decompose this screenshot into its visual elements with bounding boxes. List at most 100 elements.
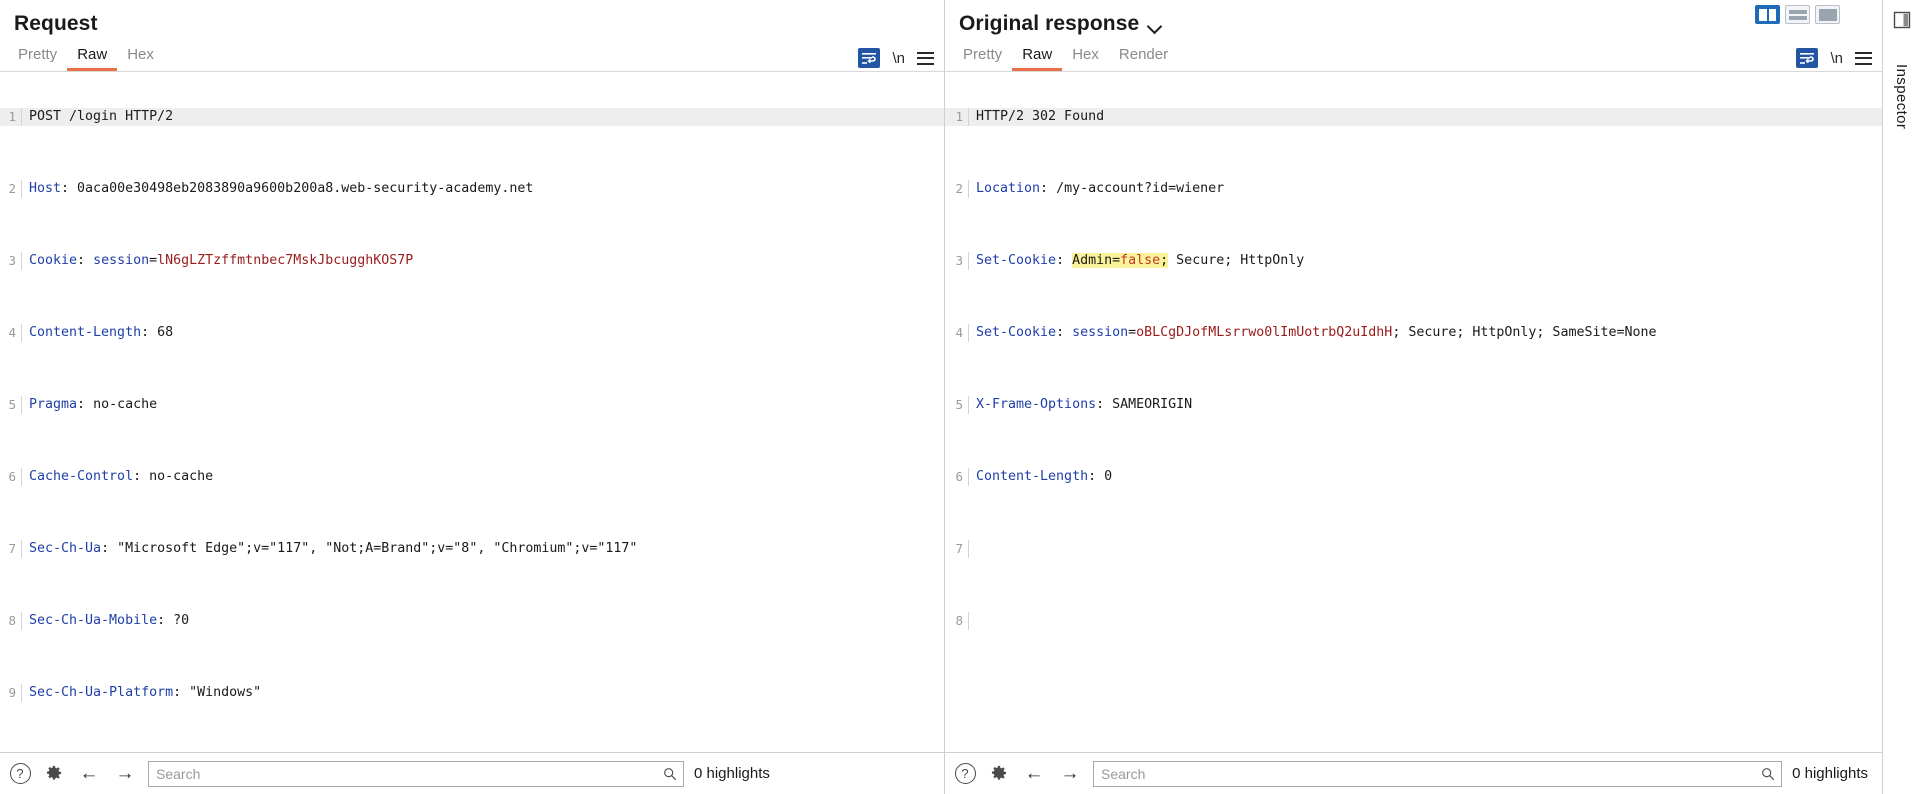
code-line: 3 Cookie: session=lN6gLZTzffmtnbec7MskJb… xyxy=(0,252,944,270)
request-editor[interactable]: 1 POST /login HTTP/2 2 Host: 0aca00e3049… xyxy=(0,71,944,752)
search-icon xyxy=(664,767,677,780)
tab-request-pretty[interactable]: Pretty xyxy=(8,47,67,71)
word-wrap-icon[interactable] xyxy=(1796,48,1819,68)
help-icon[interactable]: ? xyxy=(953,762,977,786)
line-number: 8 xyxy=(0,612,22,630)
code-line: 4 Set-Cookie: session=oBLCgDJofMLsrrwo0l… xyxy=(945,324,1882,342)
line-text: Location: /my-account?id=wiener xyxy=(976,181,1225,196)
gear-icon[interactable] xyxy=(42,762,66,786)
layout-buttons xyxy=(1755,5,1840,24)
line-text: Sec-Ch-Ua: "Microsoft Edge";v="117", "No… xyxy=(29,541,638,556)
response-editor[interactable]: 1 HTTP/2 302 Found 2 Location: /my-accou… xyxy=(945,71,1882,752)
line-number: 3 xyxy=(945,252,969,270)
tab-response-raw[interactable]: Raw xyxy=(1012,47,1063,71)
search-back-button[interactable]: ← xyxy=(1021,762,1047,786)
line-text: Cache-Control: no-cache xyxy=(29,469,214,484)
line-number: 8 xyxy=(945,612,969,630)
code-line: 4 Content-Length: 68 xyxy=(0,324,944,342)
line-number: 2 xyxy=(945,180,969,198)
request-search-box[interactable] xyxy=(148,760,684,787)
code-line: 7 Sec-Ch-Ua: "Microsoft Edge";v="117", "… xyxy=(0,540,944,558)
request-code: 1 POST /login HTTP/2 2 Host: 0aca00e3049… xyxy=(0,72,944,752)
hamburger-menu-icon[interactable] xyxy=(1855,51,1872,65)
search-back-button[interactable]: ← xyxy=(76,762,102,786)
code-line: 5 X-Frame-Options: SAMEORIGIN xyxy=(945,396,1882,414)
line-text: Sec-Ch-Ua-Platform: "Windows" xyxy=(29,685,262,700)
response-tabs: Pretty Raw Hex Render \n xyxy=(945,42,1882,71)
line-text: Content-Length: 68 xyxy=(29,325,174,340)
line-text: POST /login HTTP/2 xyxy=(29,109,174,124)
help-icon[interactable]: ? xyxy=(8,762,32,786)
response-pane: Original response Pretty Raw Hex Render xyxy=(945,0,1882,794)
newline-toggle[interactable]: \n xyxy=(892,50,905,67)
tab-request-hex[interactable]: Hex xyxy=(117,47,164,71)
tab-request-raw[interactable]: Raw xyxy=(67,47,118,71)
line-text: Host: 0aca00e30498eb2083890a9600b200a8.w… xyxy=(29,181,534,196)
line-text: Pragma: no-cache xyxy=(29,397,158,412)
word-wrap-icon[interactable] xyxy=(858,48,881,68)
line-number: 6 xyxy=(945,468,969,486)
line-number: 4 xyxy=(945,324,969,342)
line-text: Set-Cookie: session=oBLCgDJofMLsrrwo0lIm… xyxy=(976,325,1657,340)
code-line: 8 xyxy=(945,612,1882,630)
response-search-box[interactable] xyxy=(1093,760,1783,787)
line-number: 7 xyxy=(945,540,969,558)
burp-message-editor: Request Pretty Raw Hex \n 1 POST /login … xyxy=(0,0,1920,794)
admin-cookie-highlight: Admin=false; xyxy=(1072,253,1169,268)
code-line: 7 xyxy=(945,540,1882,558)
line-number: 4 xyxy=(0,324,22,342)
search-forward-button[interactable]: → xyxy=(1057,762,1083,786)
line-text: X-Frame-Options: SAMEORIGIN xyxy=(976,397,1193,412)
inspector-label: Inspector xyxy=(1893,64,1910,130)
code-line: 2 Host: 0aca00e30498eb2083890a9600b200a8… xyxy=(0,180,944,198)
request-title: Request xyxy=(14,12,98,35)
line-number: 1 xyxy=(945,108,969,126)
code-line: 9 Sec-Ch-Ua-Platform: "Windows" xyxy=(0,684,944,702)
code-line: 5 Pragma: no-cache xyxy=(0,396,944,414)
response-highlight-count: 0 highlights xyxy=(1792,765,1868,782)
line-number: 6 xyxy=(0,468,22,486)
hamburger-menu-icon[interactable] xyxy=(917,51,934,65)
response-bottom-bar: ? ← → 0 highlights xyxy=(945,752,1882,794)
gear-icon[interactable] xyxy=(987,762,1011,786)
search-input[interactable] xyxy=(1094,761,1782,786)
line-number: 1 xyxy=(0,108,22,126)
line-number: 9 xyxy=(0,684,22,702)
tab-response-hex[interactable]: Hex xyxy=(1062,47,1109,71)
single-pane-layout-button[interactable] xyxy=(1815,5,1840,24)
code-line: 1 HTTP/2 302 Found xyxy=(945,108,1882,126)
line-text: HTTP/2 302 Found xyxy=(976,109,1105,124)
line-number: 7 xyxy=(0,540,22,558)
code-line: 6 Content-Length: 0 xyxy=(945,468,1882,486)
panel-expand-icon[interactable] xyxy=(1892,10,1912,30)
response-title: Original response xyxy=(959,12,1140,35)
response-code: 1 HTTP/2 302 Found 2 Location: /my-accou… xyxy=(945,72,1882,666)
line-number: 3 xyxy=(0,252,22,270)
tab-response-render[interactable]: Render xyxy=(1109,47,1178,71)
code-line: 2 Location: /my-account?id=wiener xyxy=(945,180,1882,198)
code-line: 6 Cache-Control: no-cache xyxy=(0,468,944,486)
response-header: Original response xyxy=(945,0,1882,42)
search-forward-button[interactable]: → xyxy=(112,762,138,786)
line-text: Content-Length: 0 xyxy=(976,469,1113,484)
request-bottom-bar: ? ← → 0 highlights xyxy=(0,752,944,794)
code-line-admin-cookie: 3 Set-Cookie: Admin=false; Secure; HttpO… xyxy=(945,252,1882,270)
line-text: Sec-Ch-Ua-Mobile: ?0 xyxy=(29,613,190,628)
tab-response-pretty[interactable]: Pretty xyxy=(953,47,1012,71)
line-text: Cookie: session=lN6gLZTzffmtnbec7MskJbcu… xyxy=(29,253,414,268)
request-tabs: Pretty Raw Hex \n xyxy=(0,42,944,71)
line-number: 5 xyxy=(0,396,22,414)
split-vertical-layout-button[interactable] xyxy=(1755,5,1780,24)
inspector-rail[interactable]: Inspector xyxy=(1882,0,1920,794)
line-number: 2 xyxy=(0,180,22,198)
chevron-down-icon[interactable] xyxy=(1148,20,1162,34)
code-line: 8 Sec-Ch-Ua-Mobile: ?0 xyxy=(0,612,944,630)
code-line: 1 POST /login HTTP/2 xyxy=(0,108,944,126)
search-input[interactable] xyxy=(149,761,683,786)
request-header: Request xyxy=(0,0,944,42)
request-pane: Request Pretty Raw Hex \n 1 POST /login … xyxy=(0,0,945,794)
split-horizontal-layout-button[interactable] xyxy=(1785,5,1810,24)
line-number: 5 xyxy=(945,396,969,414)
request-highlight-count: 0 highlights xyxy=(694,765,770,782)
newline-toggle[interactable]: \n xyxy=(1830,50,1843,67)
